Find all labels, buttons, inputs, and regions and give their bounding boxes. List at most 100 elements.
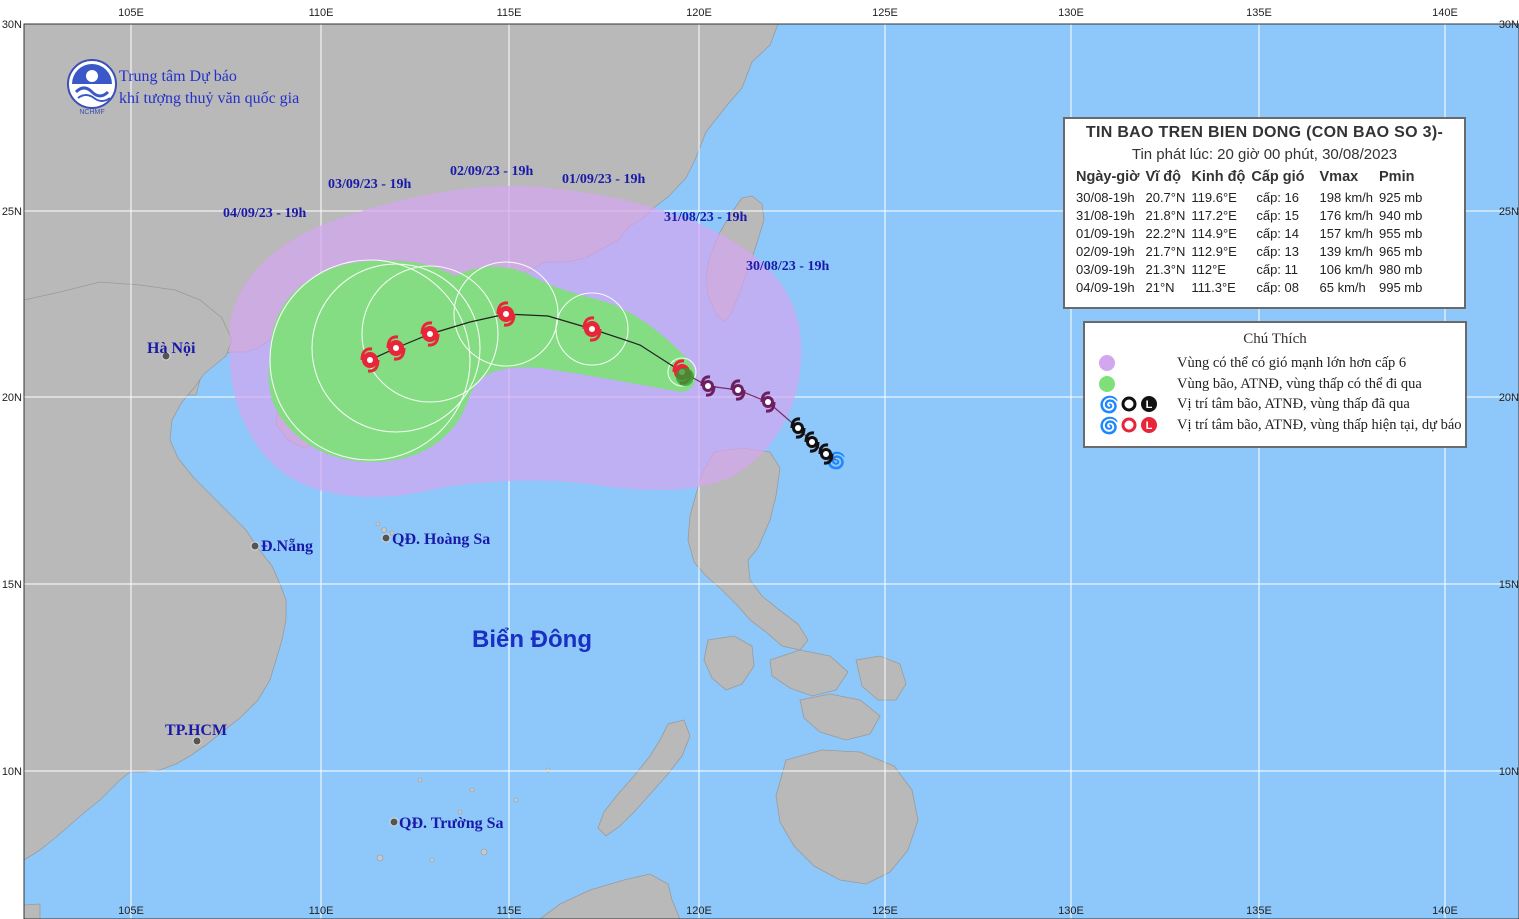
- bulletin-cell: 20.7°N: [1145, 189, 1186, 205]
- bulletin-cell: 995 mb: [1379, 279, 1423, 295]
- col-header: Vmax: [1319, 169, 1359, 185]
- org-line-1: Trung tâm Dự báo: [119, 68, 237, 85]
- lon-label-bottom: 110E: [309, 905, 334, 917]
- legend-title: Chú Thích: [1243, 331, 1307, 347]
- bulletin-cell: 925 mb: [1379, 189, 1423, 205]
- bulletin-cell: 03/09-19h: [1076, 261, 1135, 277]
- bulletin-issued: Tin phát lúc: 20 giờ 00 phút, 30/08/2023: [1131, 146, 1398, 163]
- lat-label-left: 25N: [2, 206, 22, 218]
- bulletin-cell: cấp: 08: [1256, 279, 1299, 295]
- bulletin-cell: cấp: 14: [1256, 225, 1299, 241]
- bulletin-cell: 31/08-19h: [1076, 207, 1135, 223]
- lon-label-bottom: 105E: [118, 905, 144, 917]
- bulletin-cell: 157 km/h: [1319, 225, 1373, 241]
- date-label-03-09: 03/09/23 - 19h: [328, 177, 411, 192]
- legend-label: Vị trí tâm bão, ATNĐ, vùng thấp đã qua: [1177, 395, 1410, 412]
- lat-label-left: 20N: [2, 392, 22, 404]
- bulletin-row: 30/08-19h 20.7°N 119.6°E cấp: 16 198 km/h 925…: [1073, 188, 1425, 206]
- lon-label-bottom: 115E: [497, 905, 522, 917]
- lon-label-top: 125E: [872, 7, 898, 19]
- lat-label-left: 10N: [2, 766, 22, 778]
- date-label-31-08: 31/08/23 - 19h: [664, 210, 747, 225]
- legend-label: Vùng bão, ATNĐ, vùng thấp có thể đi qua: [1177, 375, 1422, 392]
- legend-box: Chú Thích Vùng có thể có gió mạnh lớn hơ…: [1083, 321, 1467, 448]
- bulletin-table: Ngày-giờ Vĩ độ Kinh độ Cấp gió Vmax Pmin…: [1073, 169, 1425, 296]
- lon-label-top: 115E: [497, 7, 522, 19]
- legend-item-strong-wind: Vùng có thể có gió mạnh lớn hơn cấp 6: [1097, 353, 1406, 373]
- bulletin-cell: 965 mb: [1379, 243, 1423, 259]
- bulletin-cell: 114.9°E: [1191, 225, 1237, 241]
- col-header: Cấp gió: [1251, 169, 1305, 185]
- lat-label-right: 20N: [1499, 392, 1519, 404]
- bulletin-box: TIN BAO TREN BIEN DONG (CON BAO SO 3)- T…: [1063, 117, 1466, 309]
- bulletin-row: 01/09-19h 22.2°N 114.9°E cấp: 14 157 km/h 955…: [1073, 224, 1425, 242]
- lon-label-top: 140E: [1432, 7, 1458, 19]
- label-danang: Đ.Nẵng: [261, 538, 313, 555]
- bulletin-cell: 21.8°N: [1145, 207, 1186, 223]
- bulletin-cell: 111.3°E: [1191, 279, 1236, 295]
- bulletin-cell: 176 km/h: [1319, 207, 1373, 223]
- label-truongsa: QĐ. Trường Sa: [399, 815, 504, 832]
- bulletin-row: 03/09-19h 21.3°N 112°E cấp: 11 106 km/h 980 m…: [1073, 260, 1425, 278]
- date-label-30-08: 30/08/23 - 19h: [746, 259, 829, 274]
- label-hcm: TP.HCM: [165, 722, 227, 739]
- lon-label-bottom: 135E: [1246, 905, 1272, 917]
- lon-label-bottom: 130E: [1058, 905, 1084, 917]
- date-label-02-09: 02/09/23 - 19h: [450, 164, 533, 179]
- date-label-01-09: 01/09/23 - 19h: [562, 172, 645, 187]
- bulletin-cell: cấp: 16: [1256, 189, 1299, 205]
- lon-label-top: 120E: [686, 7, 712, 19]
- lat-label-right: 15N: [1499, 579, 1519, 591]
- bulletin-cell: 65 km/h: [1319, 279, 1366, 295]
- bulletin-cell: 940 mb: [1379, 207, 1423, 223]
- bulletin-cell: cấp: 11: [1256, 261, 1299, 277]
- label-hanoi: Hà Nội: [147, 340, 196, 357]
- date-label-04-09: 04/09/23 - 19h: [223, 206, 306, 221]
- bulletin-header-row: Ngày-giờ Vĩ độ Kinh độ Cấp gió Vmax Pmin: [1073, 169, 1425, 188]
- lon-label-top: 110E: [309, 7, 334, 19]
- bulletin-cell: cấp: 15: [1256, 207, 1299, 223]
- nchmf-logo: NCHMF: [67, 59, 117, 116]
- bulletin-cell: 112.9°E: [1191, 243, 1237, 259]
- bulletin-cell: 21.7°N: [1145, 243, 1186, 259]
- lat-label-right: 25N: [1499, 206, 1519, 218]
- org-line-2: khí tượng thuỷ văn quốc gia: [119, 90, 300, 107]
- bulletin-cell: 30/08-19h: [1076, 189, 1135, 205]
- legend-label: Vùng có thể có gió mạnh lớn hơn cấp 6: [1177, 354, 1407, 371]
- bulletin-row: 31/08-19h 21.8°N 117.2°E cấp: 15 176 km/h 940…: [1073, 206, 1425, 224]
- label-bien-dong: Biển Đông: [472, 626, 592, 653]
- lat-label-right: 10N: [1499, 766, 1519, 778]
- lat-label-top-right: 30N: [1499, 19, 1519, 31]
- lon-label-top: 135E: [1246, 7, 1272, 19]
- bulletin-cell: 980 mb: [1379, 261, 1423, 277]
- lon-label-bottom: 120E: [686, 905, 712, 917]
- legend-item-forecast-position: 🌀 L Vị trí tâm bão, ATNĐ, vùng thấp hiện…: [1097, 415, 1462, 435]
- bulletin-row: 02/09-19h 21.7°N 112.9°E cấp: 13 139 km/h 965…: [1073, 242, 1425, 260]
- col-header: Ngày-giờ: [1076, 169, 1140, 185]
- current-position-zone: [676, 368, 694, 386]
- bulletin-title: TIN BAO TREN BIEN DONG (CON BAO SO 3)-: [1085, 124, 1444, 141]
- lat-label-left: 15N: [2, 579, 22, 591]
- org-name: Trung tâm Dự báo khí tượng thuỷ văn quốc…: [119, 66, 299, 110]
- bulletin-cell: 22.2°N: [1145, 225, 1186, 241]
- svg-text:L: L: [1146, 420, 1153, 432]
- lon-label-bottom: 140E: [1432, 905, 1458, 917]
- bulletin-cell: 139 km/h: [1319, 243, 1373, 259]
- col-header: Vĩ độ: [1145, 169, 1181, 185]
- bulletin-cell: 04/09-19h: [1076, 279, 1135, 295]
- lon-label-top: 105E: [118, 7, 144, 19]
- bulletin-cell: 198 km/h: [1319, 189, 1373, 205]
- legend-item-past-position: 🌀 L Vị trí tâm bão, ATNĐ, vùng thấp đã q…: [1097, 394, 1410, 414]
- bulletin-row: 04/09-19h 21°N 111.3°E cấp: 08 65 km/h 995 mb: [1073, 278, 1425, 296]
- lon-label-bottom: 125E: [872, 905, 898, 917]
- legend-item-storm-zone: Vùng bão, ATNĐ, vùng thấp có thể đi qua: [1097, 374, 1422, 394]
- lat-label-top-left: 30N: [2, 19, 22, 31]
- bulletin-cell: 117.2°E: [1191, 207, 1237, 223]
- bulletin-cell: 955 mb: [1379, 225, 1423, 241]
- bulletin-cell: 112°E: [1191, 261, 1226, 277]
- label-hoangsa: QĐ. Hoàng Sa: [392, 531, 490, 548]
- logo-text: NCHMF: [79, 109, 104, 116]
- bulletin-cell: 106 km/h: [1319, 261, 1373, 277]
- bulletin-cell: 119.6°E: [1191, 189, 1237, 205]
- bulletin-cell: 21.3°N: [1145, 261, 1186, 277]
